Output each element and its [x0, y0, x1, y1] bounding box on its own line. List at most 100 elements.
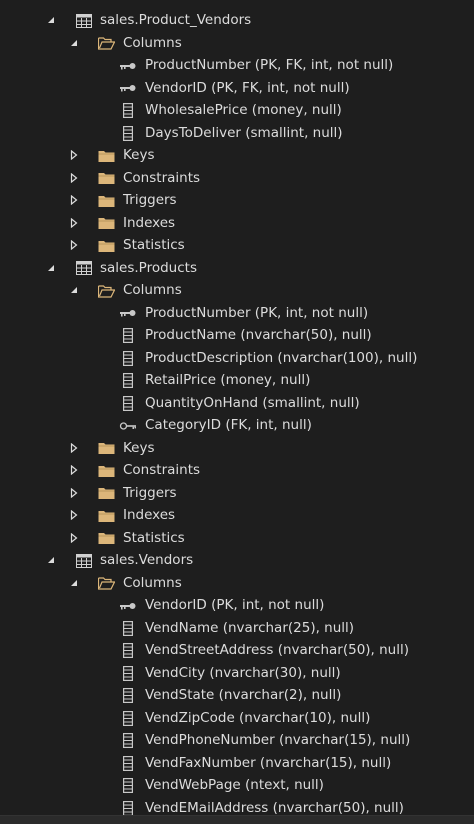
- column-icon: [119, 688, 137, 703]
- expanded-arrow-icon[interactable]: [68, 279, 80, 302]
- expanded-arrow-icon[interactable]: [45, 549, 57, 572]
- folder-label: Columns: [123, 282, 182, 298]
- column-icon: [119, 733, 137, 748]
- column-label: ProductNumber (PK, FK, int, not null): [145, 57, 394, 73]
- column-icon: [119, 755, 137, 771]
- folder-label: Constraints: [123, 462, 201, 478]
- column-icon: [119, 643, 137, 658]
- collapsed-arrow-icon[interactable]: [68, 234, 80, 257]
- column-node[interactable]: VendPhoneNumber (nvarchar(15), null): [0, 729, 474, 752]
- folder-node-statistics[interactable]: Statistics: [0, 234, 474, 257]
- column-label: VendState (nvarchar(2), null): [145, 687, 342, 703]
- columns-folder-node[interactable]: Columns: [0, 279, 474, 302]
- folder-icon: [97, 508, 115, 523]
- expanded-arrow-icon[interactable]: [45, 257, 57, 280]
- collapsed-arrow-icon[interactable]: [68, 167, 80, 190]
- folder-label: Keys: [123, 147, 155, 163]
- collapsed-arrow-icon[interactable]: [68, 144, 80, 167]
- horizontal-scrollbar[interactable]: [0, 815, 474, 824]
- key-icon: [119, 306, 137, 321]
- column-icon: [119, 395, 137, 411]
- expanded-arrow-icon[interactable]: [68, 572, 80, 595]
- column-node[interactable]: VendZipCode (nvarchar(10), null): [0, 707, 474, 730]
- collapsed-arrow-icon[interactable]: [68, 212, 80, 235]
- column-label: DaysToDeliver (smallint, null): [145, 124, 343, 141]
- column-node[interactable]: ProductDescription (nvarchar(100), null): [0, 347, 474, 370]
- column-node[interactable]: VendName (nvarchar(25), null): [0, 617, 474, 640]
- folder-label: Columns: [123, 574, 182, 591]
- folder-icon: [97, 238, 115, 253]
- folder-icon: [97, 441, 115, 456]
- column-node[interactable]: RetailPrice (money, null): [0, 369, 474, 392]
- table-node[interactable]: sales.Products: [0, 257, 474, 280]
- column-label: VendWebPage (ntext, null): [145, 777, 324, 793]
- table-node[interactable]: sales.Vendors: [0, 549, 474, 572]
- folder-node-constraints[interactable]: Constraints: [0, 459, 474, 482]
- column-node[interactable]: ProductName (nvarchar(50), null): [0, 324, 474, 347]
- column-label: VendEMailAddress (nvarchar(50), null): [145, 799, 404, 816]
- folder-node-constraints[interactable]: Constraints: [0, 167, 474, 190]
- table-node[interactable]: sales.Product_Vendors: [0, 9, 474, 32]
- key-icon: [119, 598, 137, 613]
- column-icon: [119, 800, 137, 816]
- column-node[interactable]: QuantityOnHand (smallint, null): [0, 392, 474, 415]
- column-node[interactable]: VendFaxNumber (nvarchar(15), null): [0, 752, 474, 775]
- column-icon: [119, 125, 137, 141]
- collapsed-arrow-icon[interactable]: [68, 437, 80, 460]
- column-node[interactable]: VendEMailAddress (nvarchar(50), null): [0, 797, 474, 817]
- folder-node-keys[interactable]: Keys: [0, 437, 474, 460]
- object-explorer-tree[interactable]: sales.Product_Vendors Columns ProductNumbe…: [0, 9, 474, 816]
- folder-icon: [97, 193, 115, 208]
- column-label: VendStreetAddress (nvarchar(50), null): [145, 642, 410, 658]
- folder-icon: [97, 463, 115, 478]
- column-icon: [119, 620, 137, 636]
- column-label: WholesalePrice (money, null): [145, 102, 342, 118]
- columns-folder-node[interactable]: Columns: [0, 572, 474, 595]
- column-node[interactable]: ProductNumber (PK, FK, int, not null): [0, 54, 474, 77]
- folder-label: Indexes: [123, 507, 176, 523]
- column-node[interactable]: ProductNumber (PK, int, not null): [0, 302, 474, 325]
- column-label: CategoryID (FK, int, null): [145, 417, 312, 433]
- column-icon: [119, 373, 137, 388]
- key-icon: [119, 81, 137, 96]
- column-node[interactable]: WholesalePrice (money, null): [0, 99, 474, 122]
- column-node[interactable]: DaysToDeliver (smallint, null): [0, 122, 474, 145]
- collapsed-arrow-icon[interactable]: [68, 459, 80, 482]
- column-label: ProductName (nvarchar(50), null): [145, 327, 372, 343]
- folder-label: Constraints: [123, 169, 201, 186]
- folder-label: Triggers: [123, 192, 177, 208]
- expanded-arrow-icon[interactable]: [68, 32, 80, 55]
- column-label: ProductNumber (PK, int, not null): [145, 304, 369, 321]
- table-name: sales.Product_Vendors: [100, 12, 252, 28]
- column-icon: [119, 350, 137, 366]
- folder-node-triggers[interactable]: Triggers: [0, 482, 474, 505]
- column-label: VendorID (PK, int, not null): [145, 597, 325, 613]
- folder-node-triggers[interactable]: Triggers: [0, 189, 474, 212]
- folder-node-indexes[interactable]: Indexes: [0, 212, 474, 235]
- column-node[interactable]: VendorID (PK, int, not null): [0, 594, 474, 617]
- column-icon: [119, 103, 137, 118]
- columns-folder-node[interactable]: Columns: [0, 32, 474, 55]
- column-node[interactable]: VendState (nvarchar(2), null): [0, 684, 474, 707]
- column-node[interactable]: VendWebPage (ntext, null): [0, 774, 474, 797]
- column-label: VendFaxNumber (nvarchar(15), null): [145, 754, 392, 771]
- column-node[interactable]: VendStreetAddress (nvarchar(50), null): [0, 639, 474, 662]
- column-label: VendZipCode (nvarchar(10), null): [145, 709, 371, 726]
- column-icon: [119, 778, 137, 793]
- folder-node-indexes[interactable]: Indexes: [0, 504, 474, 527]
- column-node[interactable]: VendCity (nvarchar(30), null): [0, 662, 474, 685]
- folder-node-keys[interactable]: Keys: [0, 144, 474, 167]
- folder-open-icon: [97, 36, 115, 51]
- expanded-arrow-icon[interactable]: [45, 9, 57, 32]
- folder-node-statistics[interactable]: Statistics: [0, 527, 474, 550]
- column-node[interactable]: VendorID (PK, FK, int, not null): [0, 77, 474, 100]
- column-node[interactable]: CategoryID (FK, int, null): [0, 414, 474, 437]
- collapsed-arrow-icon[interactable]: [68, 482, 80, 505]
- folder-label: Keys: [123, 439, 155, 456]
- collapsed-arrow-icon[interactable]: [68, 189, 80, 212]
- collapsed-arrow-icon[interactable]: [68, 527, 80, 550]
- column-label: RetailPrice (money, null): [145, 372, 311, 388]
- collapsed-arrow-icon[interactable]: [68, 504, 80, 527]
- table-icon: [75, 13, 93, 28]
- column-label: VendorID (PK, FK, int, not null): [145, 79, 350, 96]
